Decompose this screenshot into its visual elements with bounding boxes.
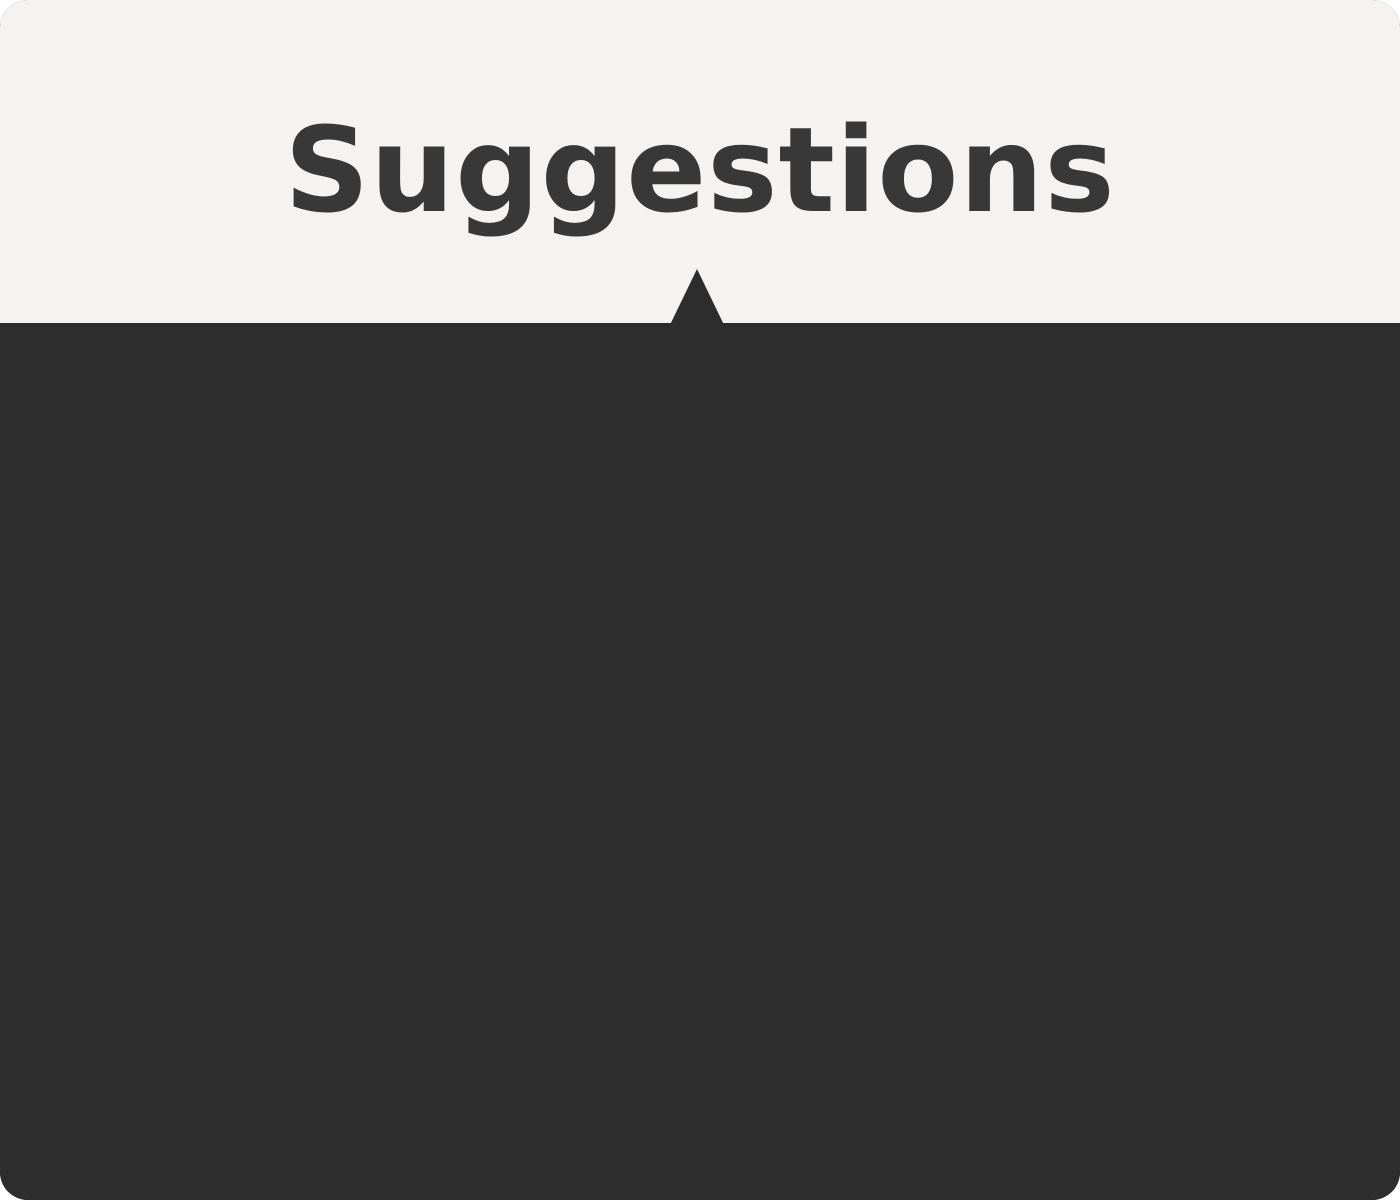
suggestions-card: Suggestions bbox=[0, 0, 1400, 1200]
suggestions-panel bbox=[0, 326, 1400, 1200]
pointer-arrow-icon bbox=[668, 269, 726, 329]
page-title: Suggestions bbox=[284, 101, 1116, 239]
